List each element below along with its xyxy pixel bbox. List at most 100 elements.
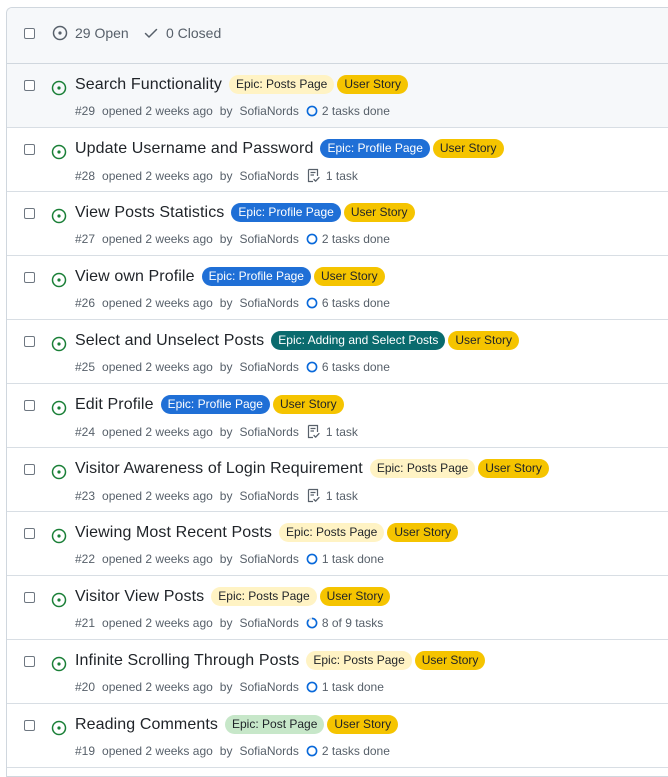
issue-title-link[interactable]: Visitor Awareness of Login Requirement [75,460,363,478]
issue-label[interactable]: User Story [272,395,344,414]
issue-open-icon [51,144,67,160]
issue-label[interactable]: Epic: Posts Page [228,75,335,94]
closed-issues-tab[interactable]: 0 Closed [143,25,221,41]
issue-author-link[interactable]: SofiaNords [239,169,298,183]
issue-row[interactable]: Edit Profile Epic: Profile Page User Stor… [7,384,668,448]
issue-title-line: Visitor View Posts Epic: Posts Page User … [75,587,391,606]
issue-label[interactable]: User Story [343,203,415,222]
issue-title-link[interactable]: Infinite Scrolling Through Posts [75,652,299,670]
issue-author-link[interactable]: SofiaNords [239,104,298,118]
issue-checkbox[interactable] [24,720,35,731]
issue-title-link[interactable]: Update Username and Password [75,140,313,158]
issue-author-link[interactable]: SofiaNords [239,744,298,758]
issue-row[interactable]: Infinite Scrolling Through Posts Epic: P… [7,640,668,704]
issue-author-link[interactable]: SofiaNords [239,360,298,374]
progress-circle-icon [306,553,318,565]
issue-label[interactable]: Epic: Posts Page [306,651,412,670]
issue-title-link[interactable]: View Posts Statistics [75,204,224,222]
issue-title-link[interactable]: Search Functionality [75,76,222,94]
issue-task-progress[interactable]: 1 task [306,488,358,504]
issue-open-icon [51,80,67,96]
issue-row[interactable]: Update Username and Password Epic: Profi… [7,128,668,192]
issue-author-link[interactable]: SofiaNords [239,296,298,310]
issue-number: #25 [75,360,96,374]
issue-label[interactable]: Epic: Posts Page [369,459,476,478]
closed-count-label: 0 Closed [166,25,222,41]
issue-label[interactable]: User Story [313,267,385,286]
issue-checkbox[interactable] [24,272,35,283]
issue-task-progress[interactable]: 2 tasks done [306,744,390,758]
issue-row[interactable]: Visitor Awareness of Login Requirement E… [7,448,668,512]
select-all-checkbox[interactable] [24,28,35,39]
issue-label[interactable]: Epic: Profile Page [201,267,311,286]
issue-label[interactable]: Epic: Posts Page [211,587,317,606]
issue-author-link[interactable]: SofiaNords [239,232,298,246]
issue-task-progress[interactable]: 2 tasks done [306,232,390,246]
issue-checkbox[interactable] [24,208,35,219]
issue-label[interactable]: Epic: Profile Page [160,395,270,414]
issue-by-text: by [219,169,233,183]
issue-row[interactable]: Search Functionality Epic: Posts Page Use… [7,64,668,128]
issue-task-progress[interactable]: 6 tasks done [306,360,390,374]
issue-open-icon [51,464,67,480]
issue-label[interactable]: User Story [387,523,459,542]
issue-checkbox[interactable] [24,656,35,667]
issue-row[interactable]: View Posts Statistics Epic: Profile Page… [7,192,668,256]
issue-title-link[interactable]: Reading Comments [75,716,218,734]
issue-label[interactable]: Epic: Adding and Select Posts [271,331,446,350]
open-issues-tab[interactable]: 29 Open [52,25,129,41]
issue-title-link[interactable]: Viewing Most Recent Posts [75,524,272,542]
issue-label[interactable]: User Story [414,651,486,670]
issue-task-progress[interactable]: 1 task done [306,552,384,566]
issue-open-icon [51,720,67,736]
issue-title-link[interactable]: Edit Profile [75,396,154,414]
issue-row[interactable]: Viewing Most Recent Posts Epic: Posts Pa… [7,512,668,576]
issue-row[interactable]: Reading Comments Epic: Post Page User Sto… [7,704,668,768]
issue-row[interactable]: Select and Unselect Posts Epic: Adding a… [7,320,668,384]
issue-label[interactable]: User Story [448,331,520,350]
issue-meta: #25 opened 2 weeks ago by SofiaNords 6 t… [75,360,390,374]
issue-task-progress[interactable]: 1 task [306,424,358,440]
issue-title-link[interactable]: View own Profile [75,268,195,286]
issue-checkbox[interactable] [24,400,35,411]
issue-label[interactable]: User Story [319,587,391,606]
issue-checkbox[interactable] [24,464,35,475]
issue-checkbox[interactable] [24,528,35,539]
issue-row[interactable]: Visitor View Posts Epic: Posts Page User … [7,576,668,640]
issue-label[interactable]: Epic: Profile Page [320,139,430,158]
issues-list: Search Functionality Epic: Posts Page Use… [7,64,668,768]
issue-label[interactable]: User Story [337,75,409,94]
issue-meta: #20 opened 2 weeks ago by SofiaNords 1 t… [75,680,384,694]
issue-task-progress[interactable]: 1 task [306,168,358,184]
issues-list-header: 29 Open 0 Closed [7,8,668,64]
issue-author-link[interactable]: SofiaNords [239,616,298,630]
issue-task-progress[interactable]: 8 of 9 tasks [306,616,383,630]
issue-label[interactable]: User Story [327,715,399,734]
issue-label[interactable]: Epic: Posts Page [278,523,385,542]
issue-label[interactable]: User Story [432,139,504,158]
issue-label[interactable]: Epic: Post Page [225,715,325,734]
issue-task-progress[interactable]: 1 task done [306,680,384,694]
issue-author-link[interactable]: SofiaNords [239,680,298,694]
issue-task-progress[interactable]: 6 tasks done [306,296,390,310]
issue-title-line: Infinite Scrolling Through Posts Epic: P… [75,651,486,670]
issue-by-text: by [219,104,233,118]
issue-label[interactable]: Epic: Profile Page [231,203,341,222]
issue-checkbox[interactable] [24,592,35,603]
issue-title-link[interactable]: Select and Unselect Posts [75,332,264,350]
issue-checkbox[interactable] [24,144,35,155]
issue-opened-time: opened 2 weeks ago [102,616,213,630]
issue-checkbox[interactable] [24,336,35,347]
issue-open-icon [51,592,67,608]
issue-title-line: Select and Unselect Posts Epic: Adding a… [75,331,520,350]
issue-open-icon [51,272,67,288]
issue-author-link[interactable]: SofiaNords [239,489,298,503]
issue-title-line: Viewing Most Recent Posts Epic: Posts Pa… [75,523,459,542]
issue-checkbox[interactable] [24,80,35,91]
issue-author-link[interactable]: SofiaNords [239,425,298,439]
issue-row[interactable]: View own Profile Epic: Profile Page User … [7,256,668,320]
issue-task-progress[interactable]: 2 tasks done [306,104,390,118]
issue-author-link[interactable]: SofiaNords [239,552,298,566]
issue-label[interactable]: User Story [478,459,549,478]
issue-title-link[interactable]: Visitor View Posts [75,588,204,606]
